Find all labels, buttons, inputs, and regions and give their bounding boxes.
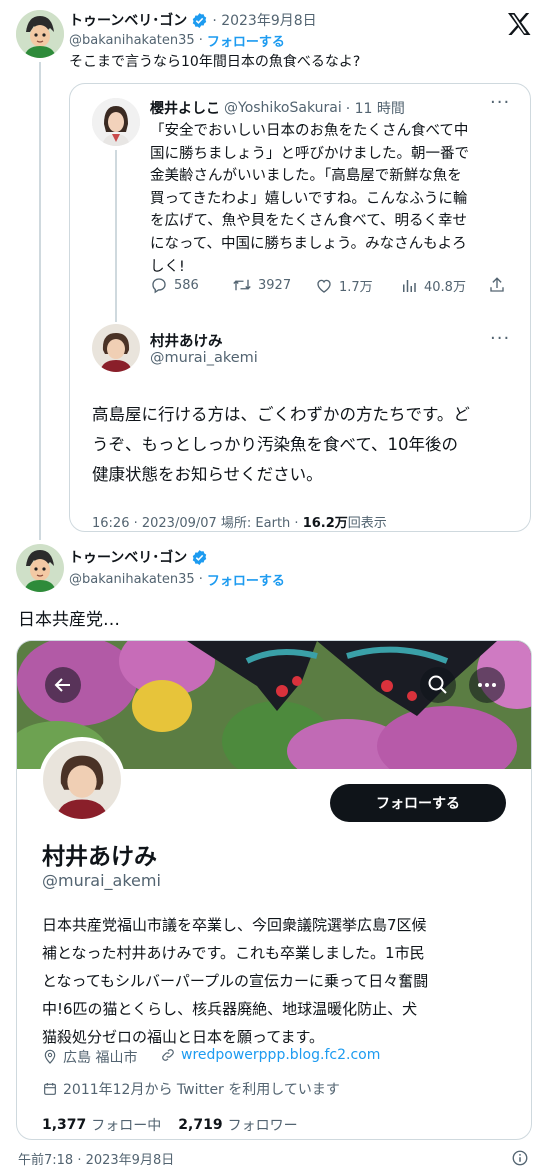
quoted-tweet-card[interactable]: 櫻井よしこ @YoshikoSakurai · 11 時間 ··· 「安全でおい… <box>69 83 531 532</box>
profile-location: 広島 福山市 <box>63 1050 138 1066</box>
bio-line: 補となった村井あけみです。これも卒業しました。1市民 <box>42 944 425 962</box>
verified-badge-icon <box>191 549 208 566</box>
reply-text-line: 健康状態をお知らせください。 <box>92 465 323 484</box>
display-name[interactable]: トゥーンベリ･ゴン <box>69 10 187 30</box>
back-arrow-icon[interactable] <box>45 667 81 703</box>
profile-joined-row: 2011年12月から Twitter を利用しています <box>42 1079 340 1099</box>
link-icon <box>162 1049 174 1061</box>
like-count: 1.7万 <box>339 280 373 295</box>
more-options-icon[interactable]: ··· <box>490 328 510 349</box>
profile-handle: @murai_akemi <box>42 871 161 890</box>
tweet1-handle-row: @bakanihakaten35 · フォローする <box>69 31 285 50</box>
views-action[interactable]: 40.8万 <box>400 276 466 295</box>
display-name[interactable]: 櫻井よしこ <box>150 98 220 118</box>
tweet-timestamp[interactable]: 午前7:18 · 2023年9月8日 <box>18 1149 174 1168</box>
reply-icon <box>152 278 166 294</box>
followers-count[interactable]: 2,719 <box>178 1117 222 1133</box>
retweet-icon <box>233 279 251 291</box>
avatar-tonberi[interactable] <box>16 544 64 592</box>
thread-connector-line <box>39 62 41 540</box>
handle[interactable]: @bakanihakaten35 <box>69 572 195 587</box>
avatar-tonberi[interactable] <box>16 10 64 58</box>
dot-separator: · <box>198 572 203 587</box>
profile-bio: 日本共産党福山市議を卒業し、今回衆議院選挙広島7区候 補となった村井あけみです。… <box>42 911 522 1051</box>
bio-line: となってもシルバーパープルの宣伝カーに乗って日々奮闘 <box>42 972 429 990</box>
retweet-action[interactable]: 3927 <box>232 276 291 294</box>
tweet2-text: 日本共産党… <box>18 610 120 630</box>
following-count[interactable]: 1,377 <box>42 1117 86 1133</box>
quote-text-line: になって、中国に勝ちましょう。みなさんもよろ <box>150 235 467 252</box>
followers-label[interactable]: フォロワー <box>228 1115 298 1135</box>
quote-author-row: 櫻井よしこ @YoshikoSakurai · 11 時間 <box>150 98 405 118</box>
handle[interactable]: @YoshikoSakurai <box>224 100 342 116</box>
quote-text: 「安全でおいしい日本のお魚をたくさん食べて中 国に勝ちましょう」と呼びかけました… <box>150 120 522 278</box>
tweet-time[interactable]: · 11 時間 <box>346 98 405 118</box>
reply-text: 高島屋に行ける方は、ごくわずかの方たちです。ど うぞ、もっとしっかり汚染魚を食べ… <box>92 400 522 490</box>
share-icon[interactable] <box>488 276 506 294</box>
bio-line: 中!6匹の猫とくらし、核兵器廃絶、地球温暖化防止、犬 <box>42 1000 418 1018</box>
quote-text-line: を広げて、魚や貝をたくさん食べて、明るく幸せ <box>150 213 467 230</box>
follow-link[interactable]: フォローする <box>207 570 285 589</box>
reply-action[interactable]: 586 <box>150 276 199 294</box>
calendar-icon <box>44 1083 56 1095</box>
reply-handle[interactable]: @murai_akemi <box>150 350 258 366</box>
follow-link[interactable]: フォローする <box>207 31 285 50</box>
bio-line: 日本共産党福山市議を卒業し、今回衆議院選挙広島7区候 <box>42 916 427 934</box>
tweet1-text: そこまで言うなら10年間日本の魚食べるなよ? <box>69 54 361 70</box>
avatar-murai[interactable] <box>92 324 140 372</box>
avatar-sakurai[interactable] <box>92 98 140 146</box>
profile-name: 村井あけみ <box>42 844 157 870</box>
views-chart-icon <box>403 279 416 292</box>
like-action[interactable]: 1.7万 <box>315 276 373 295</box>
location-pin-icon <box>44 1049 56 1064</box>
reply-count: 586 <box>174 277 199 293</box>
profile-website-row: wredpowerppp.blog.fc2.com <box>160 1047 380 1063</box>
quote-text-line: 国に勝ちましょう」と呼びかけました。朝一番で <box>150 145 469 162</box>
following-label[interactable]: フォロー中 <box>91 1115 161 1135</box>
quote-text-line: しく! <box>150 258 185 275</box>
heart-icon <box>317 279 331 293</box>
reply-timestamp[interactable]: 16:26 · 2023/09/07 場所: Earth · <box>92 516 303 531</box>
verified-badge-icon <box>191 12 208 29</box>
profile-joined-date: 2011年12月から Twitter を利用しています <box>63 1082 340 1098</box>
dot-separator: · <box>198 32 203 48</box>
info-icon[interactable] <box>511 1149 529 1167</box>
profile-avatar[interactable] <box>39 737 125 823</box>
profile-card-image[interactable]: フォローする 村井あけみ @murai_akemi 日本共産党福山市議を卒業し、… <box>16 640 532 1140</box>
tweet1-author-row: トゥーンベリ･ゴン · 2023年9月8日 <box>69 10 317 30</box>
retweet-count: 3927 <box>258 277 292 293</box>
tweet2-author-row: トゥーンベリ･ゴン <box>69 547 208 567</box>
profile-location-row: 広島 福山市 <box>42 1047 137 1067</box>
reply-text-line: うぞ、もっとしっかり汚染魚を食べて、10年後の <box>92 435 459 454</box>
handle[interactable]: @bakanihakaten35 <box>69 33 195 48</box>
search-icon[interactable] <box>420 667 456 703</box>
reply-text-line: 高島屋に行ける方は、ごくわずかの方たちです。ど <box>92 405 470 424</box>
more-options-icon[interactable] <box>469 667 505 703</box>
reply-meta: 16:26 · 2023/09/07 場所: Earth · 16.2万回表示 <box>92 512 387 531</box>
tweet2-handle-row: @bakanihakaten35 · フォローする <box>69 570 285 589</box>
display-name[interactable]: トゥーンベリ･ゴン <box>69 547 187 567</box>
quote-thread-line <box>115 150 117 322</box>
views-count: 16.2万 <box>302 516 348 531</box>
profile-website-link[interactable]: wredpowerppp.blog.fc2.com <box>181 1047 380 1063</box>
tweet-date[interactable]: · 2023年9月8日 <box>212 10 316 30</box>
more-options-icon[interactable]: ··· <box>490 92 510 113</box>
views-count: 40.8万 <box>424 280 466 295</box>
views-label: 回表示 <box>347 516 387 531</box>
x-logo-icon[interactable] <box>506 12 532 36</box>
follow-button-label: フォローする <box>376 796 460 812</box>
follow-button[interactable]: フォローする <box>330 784 506 822</box>
quote-text-line: 買ってきたわよ」嬉しいですね。こんなふうに輪 <box>150 190 468 207</box>
quote-text-line: 金美齢さんがいいました。「高島屋で新鮮な魚を <box>150 168 462 185</box>
reply-display-name[interactable]: 村井あけみ <box>150 330 223 351</box>
profile-follow-stats: 1,377 フォロー中 2,719 フォロワー <box>42 1115 298 1135</box>
quote-text-line: 「安全でおいしい日本のお魚をたくさん食べて中 <box>150 123 469 139</box>
